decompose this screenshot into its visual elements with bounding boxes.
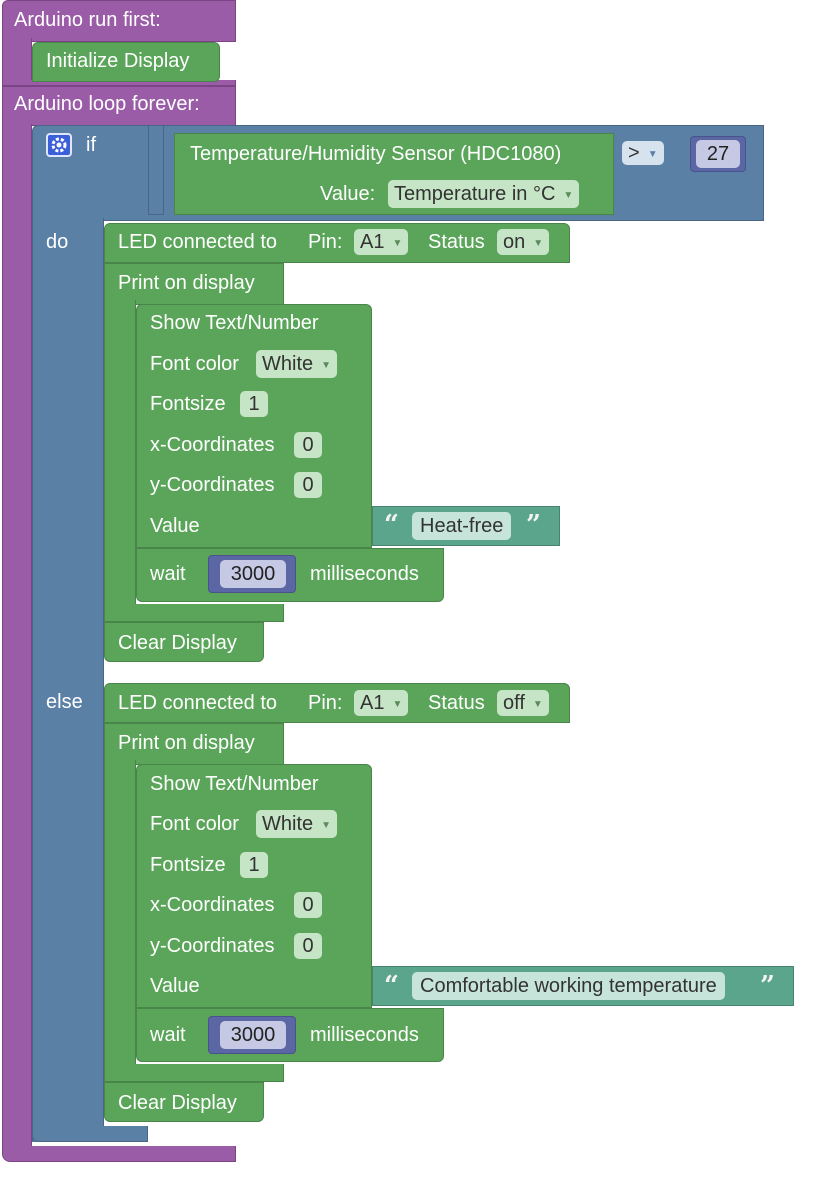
dropdown-arrow-icon: ▼ <box>533 238 544 249</box>
sensor-value-text: Temperature in °C <box>394 183 556 205</box>
value-label: Value <box>150 515 200 537</box>
fontsize-label: Fontsize <box>150 393 226 415</box>
y-coordinates-label: y-Coordinates <box>150 474 275 496</box>
print-display-footer <box>104 604 284 622</box>
show-text-label: Show Text/Number <box>150 312 319 334</box>
wait-ms-value[interactable]: 3000 <box>220 560 286 588</box>
text-literal-value[interactable]: Comfortable working temperature <box>412 972 725 1000</box>
led-status-text: on <box>503 231 526 253</box>
if-input-slot <box>148 125 164 215</box>
font-color-label: Font color <box>150 813 239 835</box>
fontsize-input[interactable]: 1 <box>240 852 268 878</box>
initialize-display-label: Initialize Display <box>46 50 190 72</box>
led-pin-text: A1 <box>360 692 385 714</box>
else-label: else <box>46 691 83 713</box>
led-pin-dropdown[interactable]: A1 ▼ <box>354 229 409 255</box>
open-quote-icon: “ <box>384 971 399 1001</box>
led-pin-label: Pin: <box>308 692 343 714</box>
mutator-button[interactable] <box>46 133 72 157</box>
if-label: if <box>86 134 96 156</box>
font-color-label: Font color <box>150 353 239 375</box>
clear-display-label: Clear Display <box>118 632 237 654</box>
y-coordinates-label: y-Coordinates <box>150 935 275 957</box>
print-display-label: Print on display <box>118 272 255 294</box>
clear-display-label: Clear Display <box>118 1092 237 1114</box>
close-quote-icon: ” <box>760 971 775 1001</box>
dropdown-arrow-icon: ▼ <box>647 149 658 160</box>
font-color-dropdown[interactable]: White ▼ <box>256 810 338 838</box>
close-quote-icon: ” <box>526 510 541 540</box>
show-text-block[interactable] <box>136 304 372 548</box>
operator-text: > <box>628 142 640 164</box>
value-label: Value <box>150 975 200 997</box>
dropdown-arrow-icon: ▼ <box>563 190 574 201</box>
show-text-block[interactable] <box>136 764 372 1008</box>
loop-label: Arduino loop forever: <box>14 93 200 115</box>
show-text-label: Show Text/Number <box>150 773 319 795</box>
font-color-text: White <box>262 353 314 375</box>
x-coordinates-input[interactable]: 0 <box>294 892 322 918</box>
dropdown-arrow-icon: ▼ <box>321 820 332 831</box>
fontsize-label: Fontsize <box>150 854 226 876</box>
led-pin-label: Pin: <box>308 231 343 253</box>
led-pin-text: A1 <box>360 231 385 253</box>
setup-label: Arduino run first: <box>14 9 161 31</box>
if-block-spine <box>32 218 104 1142</box>
text-literal-text: Heat-free <box>420 515 504 537</box>
x-coordinates-label: x-Coordinates <box>150 434 275 456</box>
font-color-text: White <box>262 813 314 835</box>
sensor-label: Temperature/Humidity Sensor (HDC1080) <box>190 143 562 165</box>
led-status-label: Status <box>428 231 485 253</box>
fontsize-input[interactable]: 1 <box>240 391 268 417</box>
wait-unit-label: milliseconds <box>310 563 419 585</box>
operator-dropdown[interactable]: > ▼ <box>622 141 664 165</box>
led-status-text: off <box>503 692 525 714</box>
wait-label: wait <box>150 1024 186 1046</box>
led-status-dropdown[interactable]: off ▼ <box>497 690 549 716</box>
dropdown-arrow-icon: ▼ <box>392 699 403 710</box>
sensor-value-label: Value: <box>320 183 376 205</box>
led-status-label: Status <box>428 692 485 714</box>
y-coordinates-input[interactable]: 0 <box>294 472 322 498</box>
print-display-spine <box>104 300 136 610</box>
led-label: LED connected to <box>118 692 277 714</box>
loop-block-footer <box>2 1146 236 1162</box>
if-block-footer <box>32 1126 148 1142</box>
wait-unit-label: milliseconds <box>310 1024 419 1046</box>
threshold-value[interactable]: 27 <box>696 140 740 168</box>
loop-block-spine <box>2 124 32 1148</box>
wait-label: wait <box>150 563 186 585</box>
gear-icon <box>51 137 67 153</box>
sensor-value-dropdown[interactable]: Temperature in °C ▼ <box>388 180 580 208</box>
text-literal-value[interactable]: Heat-free <box>412 512 512 540</box>
text-literal-text: Comfortable working temperature <box>420 975 717 997</box>
wait-ms-value[interactable]: 3000 <box>220 1021 286 1049</box>
led-status-dropdown[interactable]: on ▼ <box>497 229 550 255</box>
open-quote-icon: “ <box>384 510 399 540</box>
print-display-label: Print on display <box>118 732 255 754</box>
x-coordinates-label: x-Coordinates <box>150 894 275 916</box>
led-pin-dropdown[interactable]: A1 ▼ <box>354 690 409 716</box>
dropdown-arrow-icon: ▼ <box>392 238 403 249</box>
do-label: do <box>46 231 69 253</box>
x-coordinates-input[interactable]: 0 <box>294 432 322 458</box>
font-color-dropdown[interactable]: White ▼ <box>256 350 338 378</box>
y-coordinates-input[interactable]: 0 <box>294 933 322 959</box>
print-display-footer <box>104 1064 284 1082</box>
led-label: LED connected to <box>118 231 277 253</box>
dropdown-arrow-icon: ▼ <box>532 699 543 710</box>
dropdown-arrow-icon: ▼ <box>321 360 332 371</box>
print-display-spine <box>104 760 136 1070</box>
